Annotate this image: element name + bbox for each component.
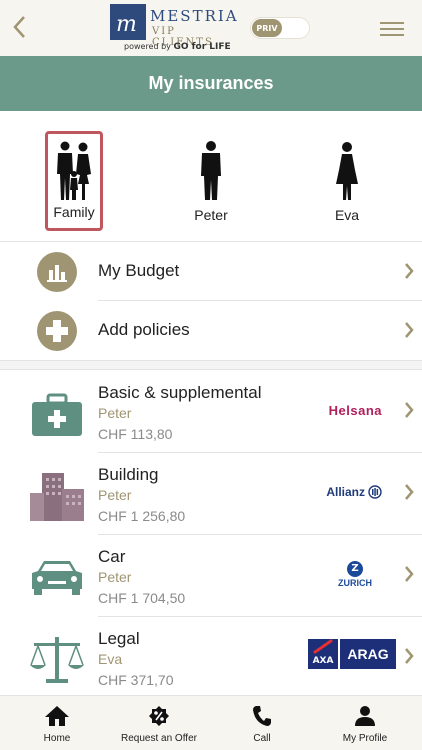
zurich-z-icon: Z [347,560,363,577]
nav-request-offer[interactable]: Request an Offer [109,704,209,744]
chevron-right-icon [405,484,414,500]
person-family[interactable]: Family [45,131,103,231]
policy-row[interactable]: Legal Eva CHF 371,70 AXA ARAG [0,617,422,699]
logo-brand-name: MESTRIA [150,7,239,25]
menu-button[interactable] [380,18,406,38]
policy-person: Peter [98,569,132,585]
policy-row[interactable]: Car Peter CHF 1 704,50 Z ZURICH [0,535,422,617]
chevron-left-icon [13,16,25,38]
axa-logo: AXA [308,639,338,669]
building-icon [30,473,84,521]
nav-home[interactable]: Home [7,704,107,744]
phone-icon [253,706,271,726]
man-silhouette-icon [201,141,221,200]
policy-person: Peter [98,487,132,503]
bar-chart-icon [47,265,67,282]
policy-name: Basic & supplemental [98,383,262,402]
add-policies-label: Add policies [98,320,190,339]
add-policies-row[interactable]: Add policies [0,301,422,360]
policy-amount: CHF 113,80 [98,426,173,442]
privacy-toggle[interactable]: PRIV [250,17,310,39]
person-selector: Family Peter Eva [0,111,422,242]
woman-silhouette-icon [336,142,358,200]
scales-icon [30,637,84,683]
first-aid-kit-icon [32,393,82,436]
policy-name: Legal [98,629,140,648]
arag-logo: ARAG [340,639,396,669]
my-budget-label: My Budget [98,261,180,280]
insurer-logo-allianz: Allianz [326,477,382,507]
logo-mark: m [110,4,146,40]
insurer-logo-helsana: Helsana [328,402,382,418]
nav-my-profile[interactable]: My Profile [315,704,415,744]
chevron-right-icon [405,402,414,418]
chevron-right-icon [405,263,414,279]
home-icon [45,706,69,726]
bottom-navigation: Home Request an Offer Call My Profile [0,695,422,750]
person-label: Eva [334,207,360,223]
insurer-logo-zurich: Z ZURICH [338,559,372,589]
car-icon [32,561,82,595]
insurer-logo-axa-arag: AXA ARAG [308,639,396,669]
policy-amount: CHF 1 704,50 [98,590,186,606]
section-divider [0,360,422,370]
policy-person: Peter [98,405,132,421]
policy-row[interactable]: Basic & supplemental Peter CHF 113,80 He… [0,371,422,453]
nav-call-label: Call [253,733,271,744]
policy-name: Car [98,547,126,566]
mestria-logo: m MESTRIA VIP CLIENTS powered by GO for … [110,4,237,52]
policy-name: Building [98,465,159,484]
page-title-bar: My insurances [0,56,422,111]
person-eva[interactable]: Eva [318,131,376,231]
budget-icon-circle [37,252,77,292]
app-header: m MESTRIA VIP CLIENTS powered by GO for … [0,0,422,56]
chevron-right-icon [405,566,414,582]
nav-my-profile-label: My Profile [342,733,388,744]
chevron-right-icon [405,322,414,338]
chevron-right-icon [405,648,414,664]
policy-amount: CHF 371,70 [98,672,174,688]
page-title: My insurances [148,73,274,93]
nav-home-label: Home [43,733,71,744]
my-budget-row[interactable]: My Budget [0,242,422,301]
nav-request-offer-label: Request an Offer [121,733,197,744]
nav-call[interactable]: Call [212,704,312,744]
allianz-eagle-icon [368,485,382,499]
percent-icon [149,706,169,726]
add-icon-circle [37,311,77,351]
person-peter[interactable]: Peter [182,131,240,231]
person-label: Family [53,204,95,220]
policy-row[interactable]: Building Peter CHF 1 256,80 Allianz [0,453,422,535]
privacy-toggle-knob: PRIV [252,19,282,37]
policy-person: Eva [98,651,123,667]
family-silhouette-icon [57,141,91,200]
powered-by-text: powered by GO for LIFE [124,42,231,52]
person-label: Peter [194,207,228,223]
policy-amount: CHF 1 256,80 [98,508,186,524]
plus-icon [46,320,68,342]
user-icon [355,706,375,726]
back-button[interactable] [6,10,32,44]
hamburger-icon [380,22,404,24]
